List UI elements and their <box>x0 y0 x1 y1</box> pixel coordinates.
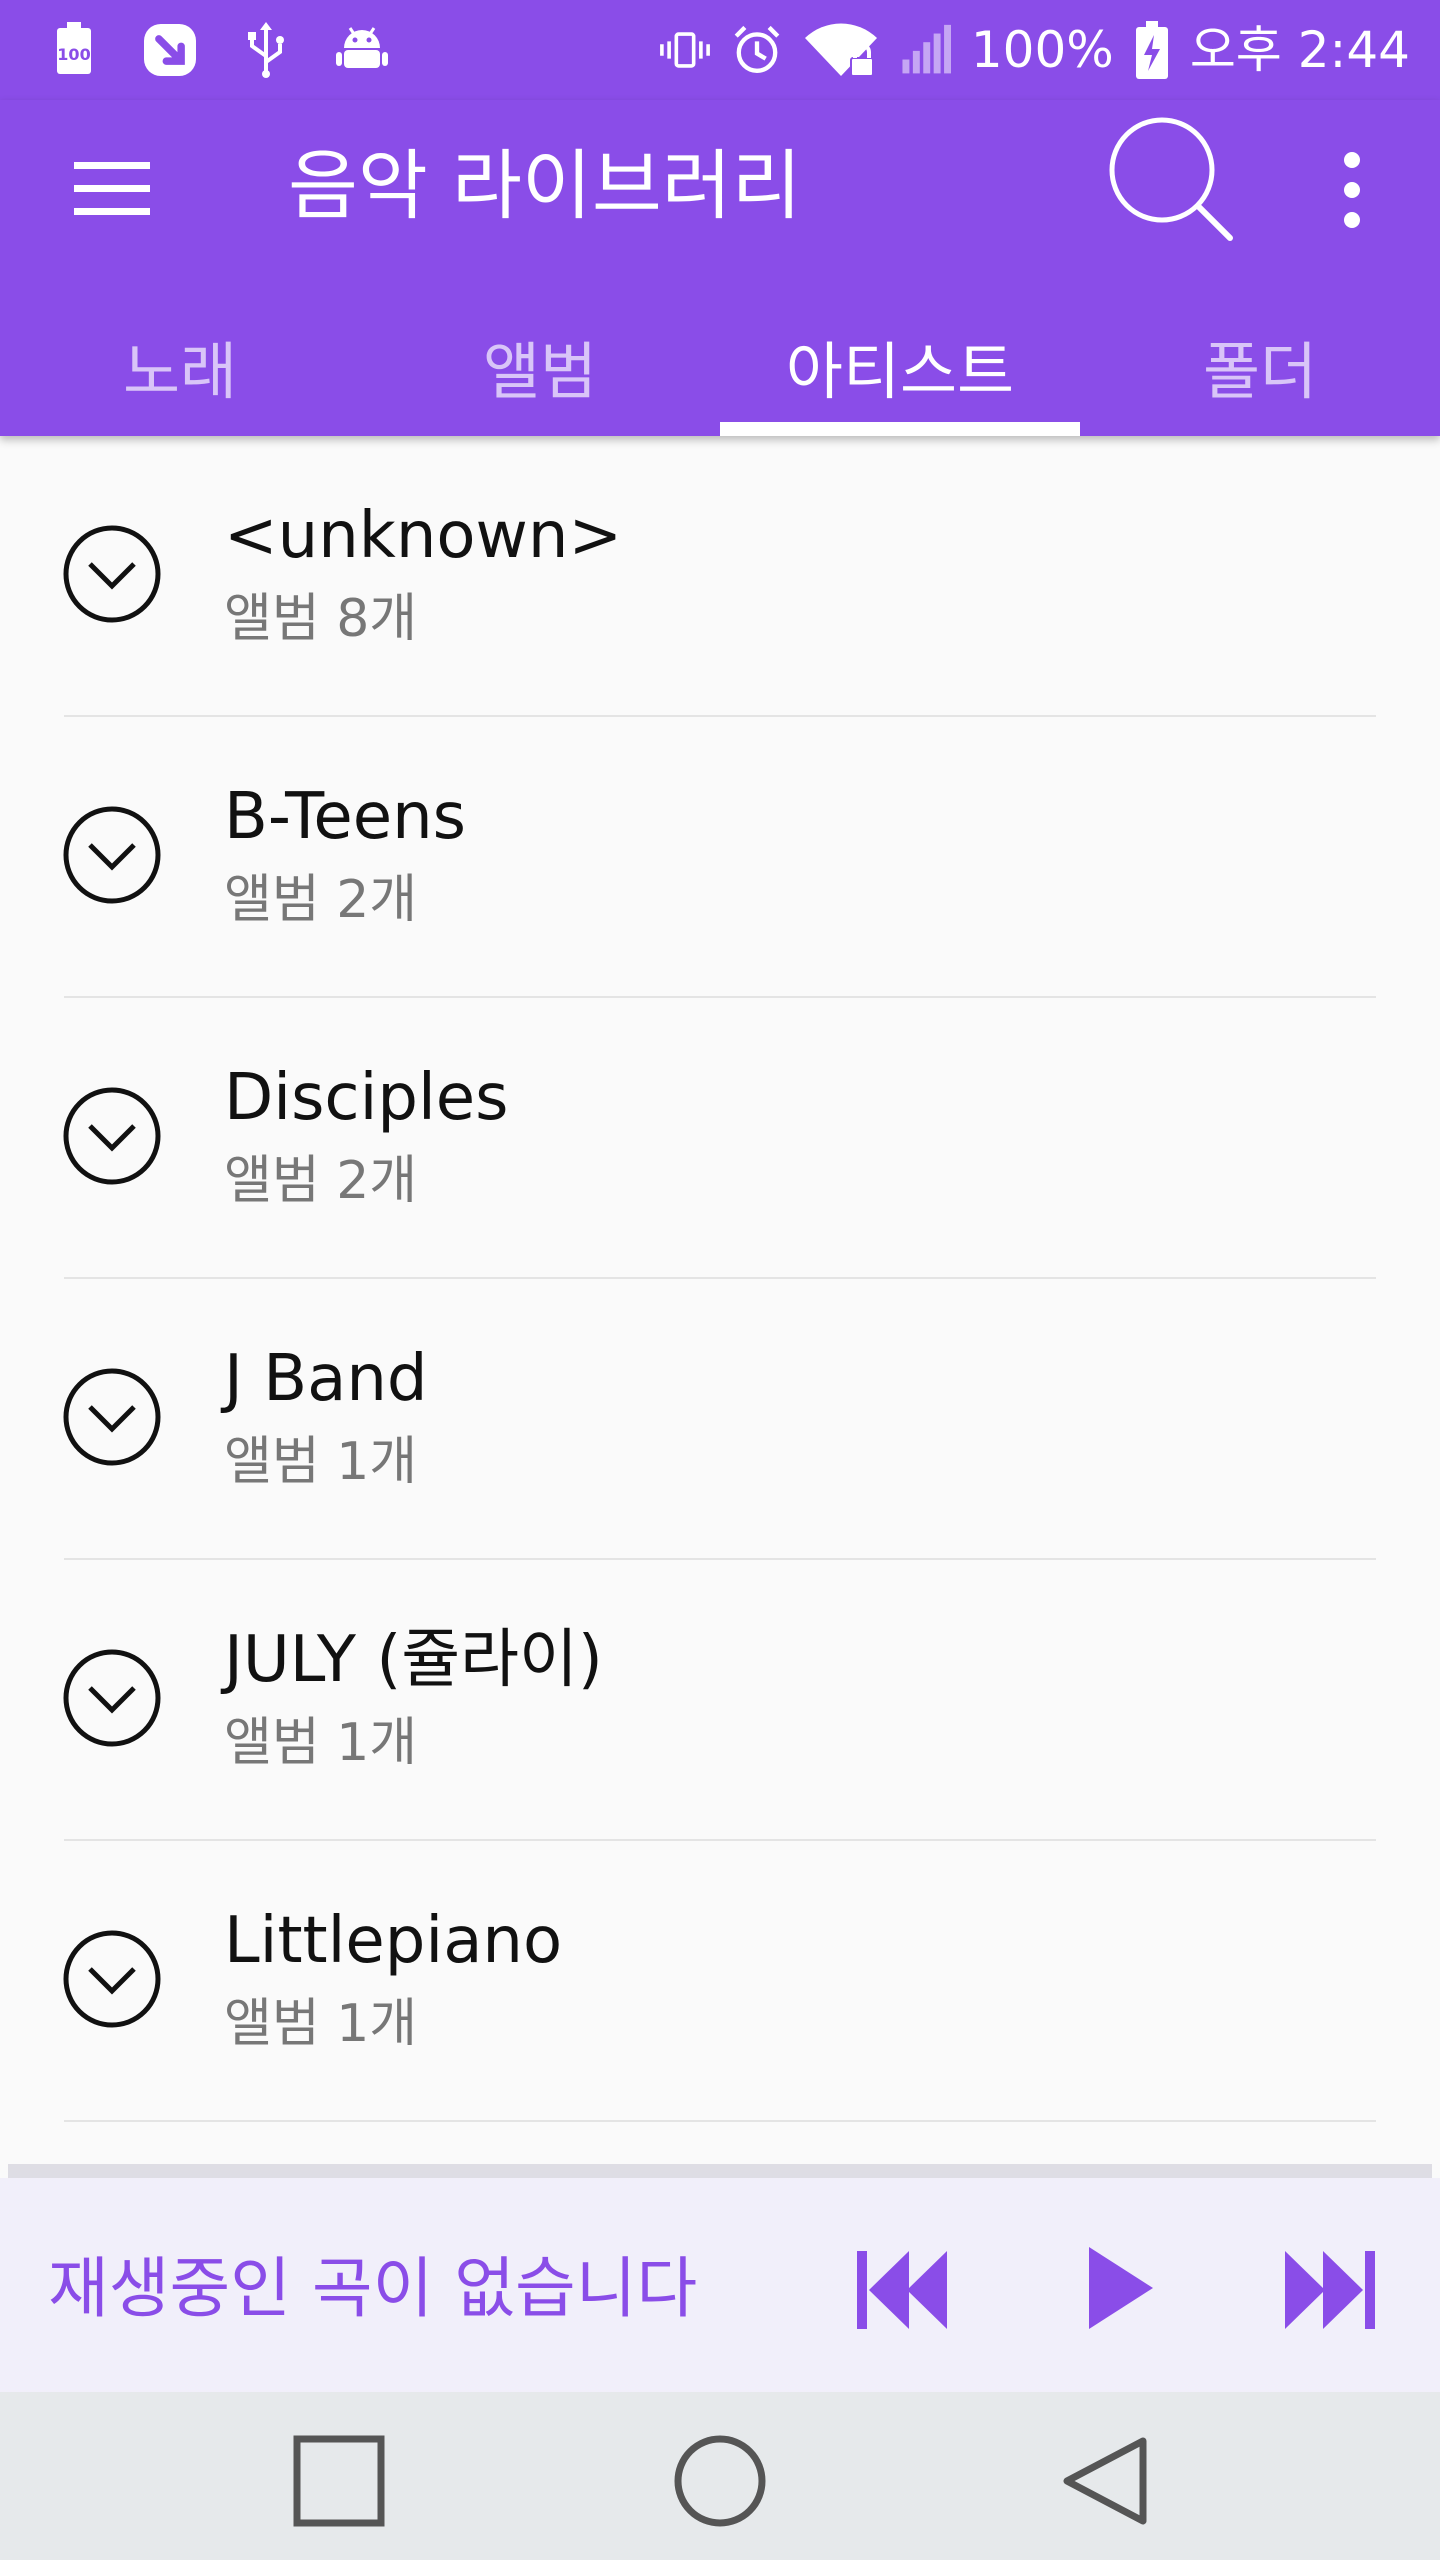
artist-list: <unknown> 앨범 8개 B-Teens 앨범 2개 Disciples … <box>0 436 1440 2122</box>
expand-chevron-icon[interactable] <box>60 522 164 626</box>
list-item[interactable]: Littlepiano 앨범 1개 <box>0 1841 1440 2122</box>
search-icon[interactable] <box>1100 110 1240 250</box>
album-count: 앨범 8개 <box>224 589 418 649</box>
expand-chevron-icon[interactable] <box>60 1927 164 2031</box>
battery-100-notification-icon: 100 <box>48 22 100 78</box>
album-count: 앨범 1개 <box>224 1713 418 1773</box>
artist-name: B-Teens <box>224 780 466 854</box>
expand-chevron-icon[interactable] <box>60 803 164 907</box>
home-circle-icon[interactable] <box>665 2426 775 2536</box>
list-item[interactable]: JULY (쥴라이) 앨범 1개 <box>0 1560 1440 1841</box>
play-icon[interactable] <box>1064 2238 1174 2338</box>
divider <box>64 2120 1376 2122</box>
tab-artists[interactable]: 아티스트 <box>720 296 1080 436</box>
player-top-border <box>8 2164 1432 2178</box>
app-notification-icon <box>144 22 196 78</box>
list-item[interactable]: Disciples 앨범 2개 <box>0 998 1440 1279</box>
status-bar: 100 100% 오후 2:44 <box>0 0 1440 100</box>
page-title: 음악 라이브러리 <box>288 141 802 230</box>
signal-icon <box>899 22 951 78</box>
artist-name: <unknown> <box>224 499 623 573</box>
list-item[interactable]: <unknown> 앨범 8개 <box>0 436 1440 717</box>
tab-folders[interactable]: 폴더 <box>1080 296 1440 436</box>
back-triangle-icon[interactable] <box>1050 2426 1160 2536</box>
album-count: 앨범 1개 <box>224 1432 418 1492</box>
android-debug-icon <box>336 22 388 78</box>
vibrate-icon <box>659 22 711 78</box>
tab-bar: 노래 앨범 아티스트 폴더 <box>0 296 1440 436</box>
menu-icon[interactable] <box>70 146 154 230</box>
battery-percent: 100% <box>970 21 1114 79</box>
app-bar: 음악 라이브러리 노래 앨범 아티스트 폴더 <box>0 100 1440 436</box>
mini-player[interactable]: 재생중인 곡이 없습니다 <box>0 2178 1440 2392</box>
album-count: 앨범 2개 <box>224 1151 418 1211</box>
artist-name: JULY (쥴라이) <box>224 1623 603 1697</box>
expand-chevron-icon[interactable] <box>60 1084 164 1188</box>
artist-name: J Band <box>224 1342 428 1416</box>
list-item[interactable]: B-Teens 앨범 2개 <box>0 717 1440 998</box>
more-options-icon[interactable] <box>1320 140 1384 240</box>
album-count: 앨범 2개 <box>224 870 418 930</box>
recents-square-icon[interactable] <box>284 2426 394 2536</box>
next-track-icon[interactable] <box>1276 2238 1386 2338</box>
expand-chevron-icon[interactable] <box>60 1365 164 1469</box>
tab-albums[interactable]: 앨범 <box>360 296 720 436</box>
list-item[interactable]: J Band 앨범 1개 <box>0 1279 1440 1560</box>
tab-songs[interactable]: 노래 <box>0 296 360 436</box>
album-count: 앨범 1개 <box>224 1994 418 2054</box>
system-nav-bar <box>0 2392 1440 2560</box>
now-playing-text: 재생중인 곡이 없습니다 <box>48 2250 698 2327</box>
battery-charging-icon <box>1134 21 1170 79</box>
alarm-icon <box>731 22 783 78</box>
previous-track-icon[interactable] <box>846 2238 956 2338</box>
svg-text:100: 100 <box>57 45 90 64</box>
expand-chevron-icon[interactable] <box>60 1646 164 1750</box>
usb-icon <box>240 22 292 78</box>
artist-name: Littlepiano <box>224 1904 563 1978</box>
clock: 오후 2:44 <box>1189 21 1410 79</box>
artist-name: Disciples <box>224 1061 509 1135</box>
wifi-locked-icon <box>803 22 879 78</box>
